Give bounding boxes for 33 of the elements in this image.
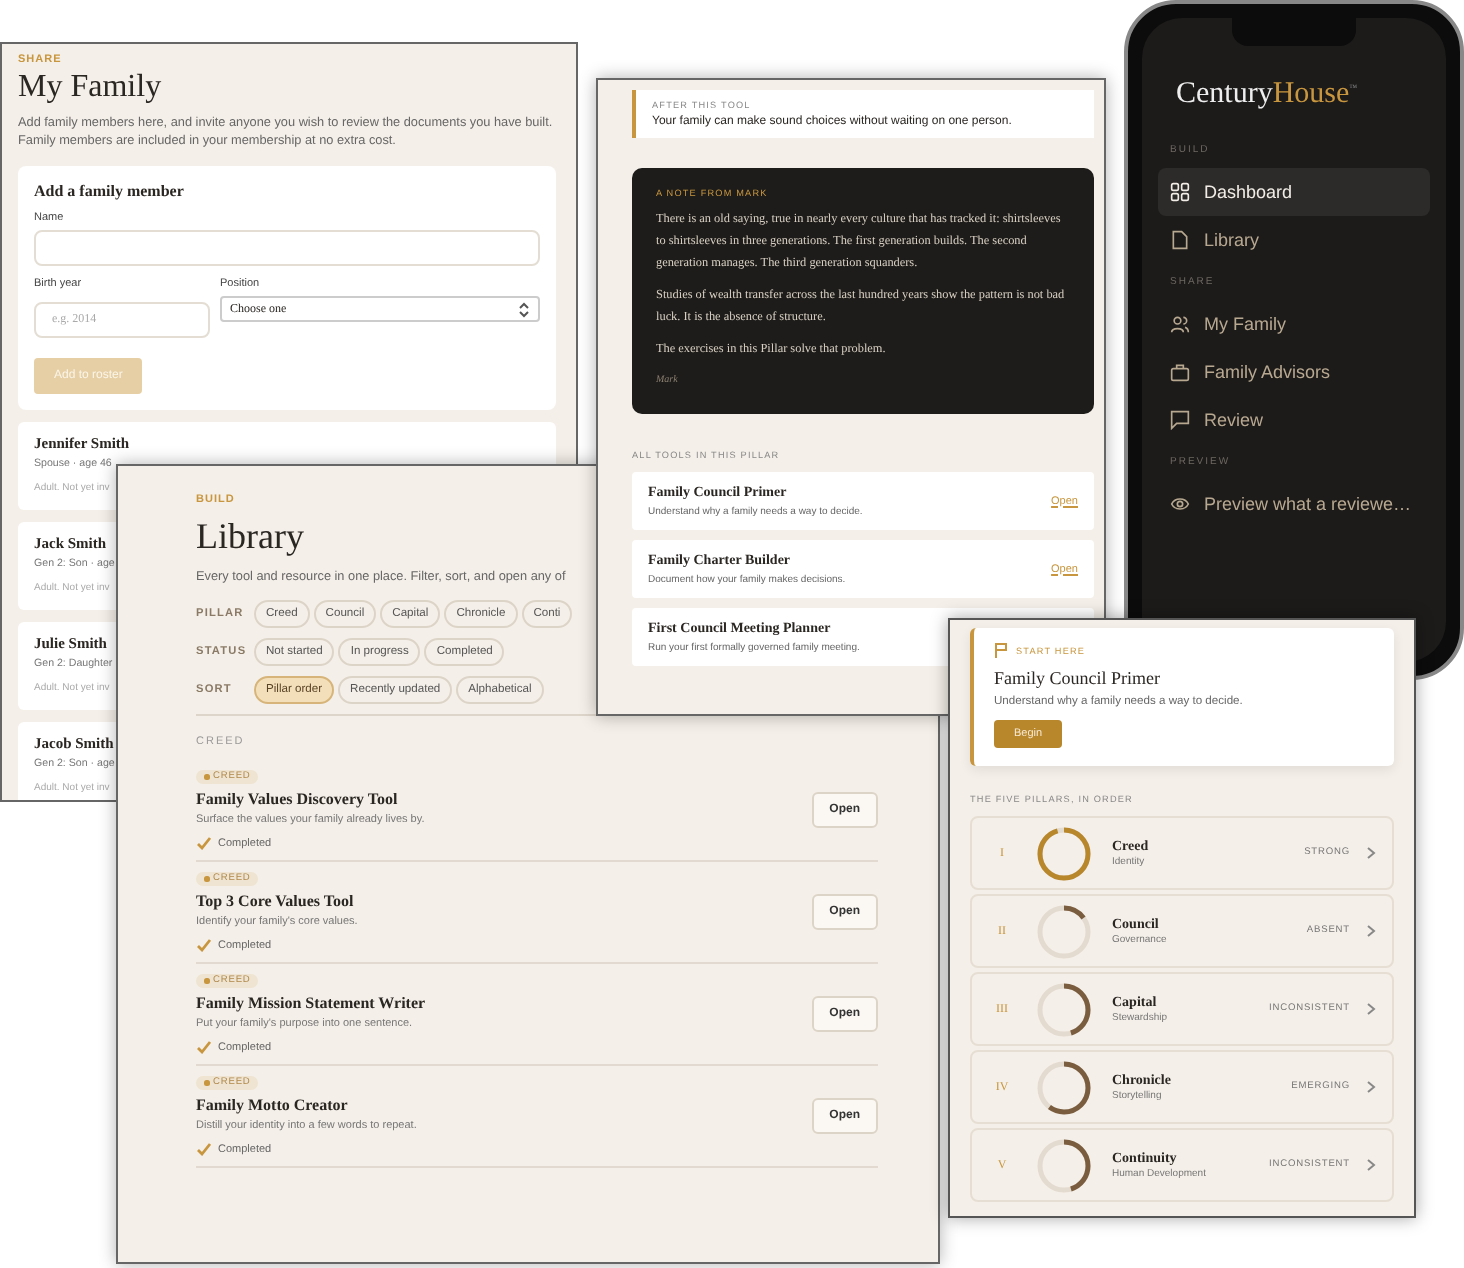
- tool-title: Family Mission Statement Writer: [196, 994, 426, 1012]
- grid-icon: [1170, 182, 1190, 202]
- tool-title: Family Motto Creator: [196, 1096, 348, 1114]
- document-icon: [1170, 230, 1190, 250]
- progress-ring: [1036, 981, 1092, 1037]
- nav-item[interactable]: Preview what a reviewe…: [1158, 480, 1430, 528]
- people-icon: [1170, 314, 1190, 334]
- name-input[interactable]: [34, 230, 540, 266]
- chevron-icon: [1366, 1158, 1376, 1172]
- chevron-icon: [1366, 846, 1376, 860]
- flag-icon: [994, 642, 1008, 658]
- page-title: Library: [196, 516, 306, 558]
- updown-icon: [518, 301, 530, 317]
- card-title: Add a family member: [34, 182, 186, 200]
- nav-item[interactable]: Dashboard: [1158, 168, 1430, 216]
- chevron-icon: [1366, 924, 1376, 938]
- chevron-icon: [1366, 1080, 1376, 1094]
- progress-ring: [1036, 1059, 1092, 1115]
- briefcase-icon: [1170, 362, 1190, 382]
- progress-ring: [1036, 903, 1092, 959]
- progress-ring: [1036, 825, 1092, 881]
- nav-item[interactable]: Review: [1158, 396, 1430, 444]
- nav-item[interactable]: My Family: [1158, 300, 1430, 348]
- card-title: Family Council Primer: [994, 668, 1160, 688]
- chat-icon: [1170, 410, 1190, 430]
- eye-icon: [1170, 494, 1190, 514]
- page-title: My Family: [18, 70, 164, 106]
- progress-ring: [1036, 1137, 1092, 1193]
- tool-title: Family Values Discovery Tool: [196, 790, 398, 808]
- chevron-icon: [1366, 1002, 1376, 1016]
- nav-item[interactable]: Family Advisors: [1158, 348, 1430, 396]
- tool-title: Top 3 Core Values Tool: [196, 892, 354, 910]
- nav-item[interactable]: Library: [1158, 216, 1430, 264]
